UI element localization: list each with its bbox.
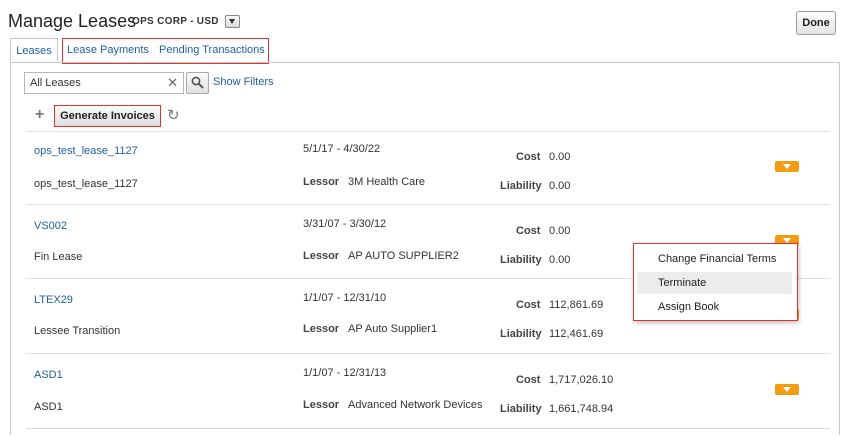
page-title: Manage Leases — [8, 11, 137, 31]
liability-label: Liability — [500, 403, 542, 415]
lease-description: ops_test_lease_1127 — [34, 178, 138, 190]
liability-value: 0.00 — [549, 180, 571, 192]
menu-item-change-financial-terms[interactable]: Change Financial Terms — [637, 248, 792, 270]
row-actions-button[interactable] — [775, 384, 799, 395]
lease-number-link[interactable]: ops_test_lease_1127 — [34, 145, 138, 157]
org-label: OPS CORP - USD — [132, 16, 219, 27]
list-item: ASD1 ASD1 1/1/07 - 12/31/13 Lessor Advan… — [26, 353, 830, 424]
row-actions-button[interactable] — [775, 161, 799, 172]
cost-label: Cost — [516, 151, 541, 163]
lease-dates: 5/1/17 - 4/30/22 — [303, 143, 381, 155]
lease-dates: 3/31/07 - 3/30/12 — [303, 218, 387, 230]
lease-description: ASD1 — [34, 401, 63, 413]
lessor-label: Lessor — [303, 176, 340, 188]
lease-number-link[interactable]: ASD1 — [34, 369, 63, 381]
lessor-value: AP Auto Supplier1 — [348, 323, 438, 335]
list-item: ops_test_lease_1127 ops_test_lease_1127 … — [26, 131, 830, 202]
menu-item-assign-book[interactable]: Assign Book — [637, 296, 792, 318]
cost-value: 1,717,026.10 — [549, 374, 614, 386]
liability-label: Liability — [500, 254, 542, 266]
search-button[interactable] — [186, 72, 209, 94]
lessor-value: 3M Health Care — [348, 176, 426, 188]
liability-value: 112,461.69 — [549, 328, 604, 340]
lease-number-link[interactable]: VS002 — [34, 220, 67, 232]
show-filters-link[interactable]: Show Filters — [213, 76, 274, 88]
cost-value: 0.00 — [549, 225, 571, 237]
clear-icon[interactable]: ✕ — [167, 75, 178, 91]
generate-invoices-button[interactable]: Generate Invoices — [54, 105, 161, 127]
lease-description: Lessee Transition — [34, 325, 121, 337]
lease-description: Fin Lease — [34, 251, 83, 263]
liability-value: 1,661,748.94 — [549, 403, 614, 415]
cost-value: 112,861.69 — [549, 299, 604, 311]
lessor-label: Lessor — [303, 323, 340, 335]
tab-pending-transactions[interactable]: Pending Transactions — [159, 44, 265, 56]
cost-label: Cost — [516, 225, 541, 237]
liability-label: Liability — [500, 180, 542, 192]
lessor-value: AP AUTO SUPPLIER2 — [348, 250, 459, 262]
search-input[interactable]: All Leases ✕ — [24, 72, 184, 94]
lessor-value: Advanced Network Devices — [348, 399, 483, 411]
add-icon[interactable]: + — [35, 106, 44, 124]
cost-value: 0.00 — [549, 151, 571, 163]
lease-dates: 1/1/07 - 12/31/13 — [303, 367, 387, 379]
cost-label: Cost — [516, 374, 541, 386]
lease-number-link[interactable]: LTEX29 — [34, 294, 73, 306]
liability-value: 0.00 — [549, 254, 571, 266]
list-bottom-divider — [26, 428, 830, 429]
lease-dates: 1/1/07 - 12/31/10 — [303, 292, 387, 304]
lessor-label: Lessor — [303, 250, 340, 262]
actions-popup-menu: Change Financial Terms Terminate Assign … — [633, 243, 798, 321]
lessor-label: Lessor — [303, 399, 340, 411]
tab-lease-payments[interactable]: Lease Payments — [67, 44, 149, 56]
search-value: All Leases — [30, 77, 81, 89]
refresh-icon[interactable]: ↻ — [167, 106, 180, 124]
tab-leases[interactable]: Leases — [10, 38, 58, 62]
search-icon — [191, 76, 204, 89]
top-bar — [0, 0, 847, 4]
cost-label: Cost — [516, 299, 541, 311]
done-button[interactable]: Done — [796, 11, 836, 35]
liability-label: Liability — [500, 328, 542, 340]
chevron-down-icon[interactable] — [225, 15, 240, 28]
menu-item-terminate[interactable]: Terminate — [637, 272, 792, 294]
